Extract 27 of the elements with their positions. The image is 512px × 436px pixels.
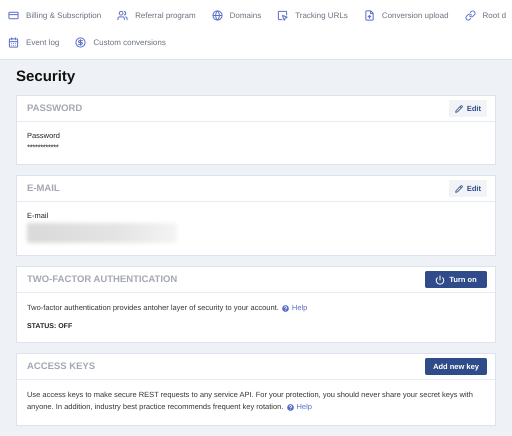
- field-value: ************: [27, 143, 60, 152]
- nav-link[interactable]: Event log: [8, 37, 60, 48]
- pencil-icon: [454, 104, 463, 112]
- pointer-icon: [277, 10, 288, 21]
- nav-link[interactable]: Billing & Subscription: [8, 10, 102, 21]
- section-title: ACCESS KEYS: [27, 361, 96, 372]
- nav-link[interactable]: Referral program: [117, 10, 196, 21]
- page-title: Security: [16, 67, 76, 87]
- nav-link[interactable]: Domains: [212, 10, 262, 21]
- link-icon: [464, 10, 476, 21]
- pencil-icon: [454, 184, 463, 192]
- nav-link[interactable]: Tracking URLs: [277, 10, 348, 21]
- nav-link[interactable]: Root d: [464, 10, 506, 21]
- globe-icon: [212, 10, 223, 21]
- power-icon: [435, 274, 446, 284]
- people-icon: [117, 10, 128, 21]
- nav-link[interactable]: Conversion upload: [364, 10, 449, 21]
- nav-link[interactable]: Custom conversions: [75, 37, 166, 48]
- file-upload-icon: [364, 10, 375, 21]
- section-title: E-MAIL: [27, 183, 60, 194]
- help-icon: [280, 304, 290, 313]
- section-title: TWO-FACTOR AUTHENTICATION: [27, 274, 178, 285]
- dollar-icon: [75, 37, 86, 48]
- section-title: PASSWORD: [27, 103, 82, 114]
- calendar-icon: [8, 37, 19, 48]
- card-icon: [8, 10, 19, 21]
- help-icon: [286, 402, 294, 412]
